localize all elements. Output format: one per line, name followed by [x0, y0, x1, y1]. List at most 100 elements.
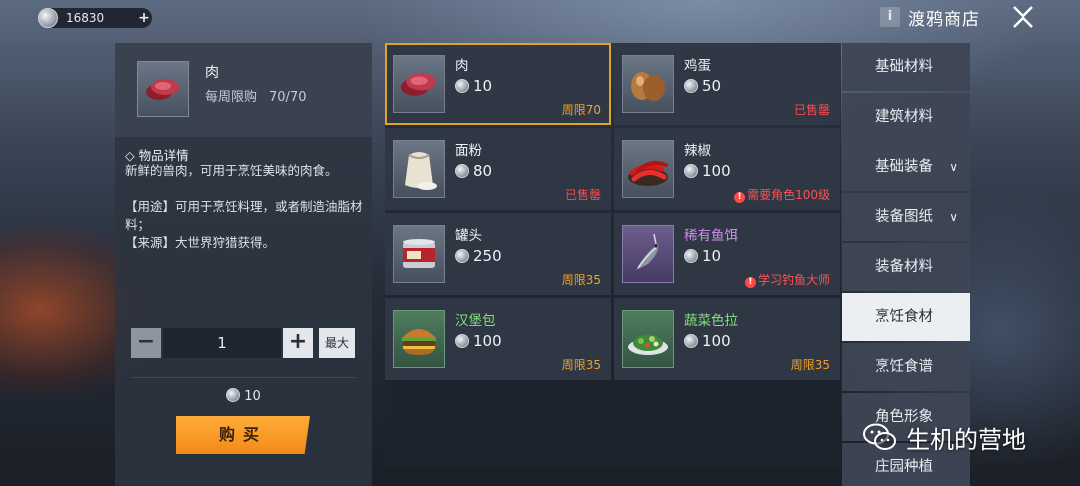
- item-card-flour[interactable]: 面粉 80 已售罄: [385, 128, 611, 210]
- item-name: 汉堡包: [455, 313, 496, 329]
- item-grid: 肉 10 周限70 鸡蛋 50 已售罄 面粉 80 已售罄 辣椒 100 ! 需要…: [385, 43, 841, 468]
- category-basic-materials[interactable]: 基础材料: [842, 43, 970, 91]
- category-label: 基础装备: [875, 159, 933, 175]
- item-status: 已售罄: [793, 103, 830, 117]
- category-equipment-blueprints[interactable]: 装备图纸 ∨: [842, 193, 970, 241]
- coin-icon: [455, 249, 469, 263]
- item-price: 80: [455, 162, 492, 180]
- item-card-hamburger[interactable]: 汉堡包 100 周限35: [385, 298, 611, 380]
- coin-icon: [684, 249, 698, 263]
- item-price-value: 100: [702, 162, 731, 180]
- chili-icon: [622, 140, 674, 198]
- item-name: 肉: [205, 65, 219, 81]
- item-price: 100: [455, 332, 502, 350]
- quantity-stepper: − 1 + 最大: [131, 328, 356, 358]
- add-currency-button[interactable]: +: [136, 10, 152, 26]
- item-name: 辣椒: [684, 143, 711, 159]
- decrease-button[interactable]: −: [131, 328, 161, 358]
- item-card-chili[interactable]: 辣椒 100 ! 需要角色100级: [614, 128, 840, 210]
- item-status: 周限35: [561, 273, 601, 287]
- item-card-egg[interactable]: 鸡蛋 50 已售罄: [614, 43, 840, 125]
- chevron-down-icon: ∨: [949, 210, 958, 224]
- category-cooking-ingredients[interactable]: 烹饪食材: [842, 293, 970, 341]
- quantity-field[interactable]: 1: [163, 328, 281, 358]
- category-cooking-recipes[interactable]: 烹饪食谱: [842, 343, 970, 391]
- fishing-bait-icon: [622, 225, 674, 283]
- max-button[interactable]: 最大: [319, 328, 355, 358]
- item-status: 周限70: [561, 103, 601, 117]
- total-price-value: 10: [244, 389, 261, 404]
- category-equipment-materials[interactable]: 装备材料: [842, 243, 970, 291]
- flour-sack-icon: [393, 140, 445, 198]
- weekly-limit: 每周限购 70/70: [205, 86, 306, 105]
- usage-text: 【用途】可用于烹饪料理，或者制造油脂材料；: [125, 199, 363, 232]
- category-label: 装备图纸: [875, 209, 933, 225]
- item-price: 250: [455, 247, 502, 265]
- meat-icon: [393, 55, 445, 113]
- shop-title: 渡鸦商店: [908, 9, 980, 30]
- item-price: 10: [684, 247, 721, 265]
- item-detail-header: 肉 每周限购 70/70: [115, 43, 372, 137]
- coin-icon: [455, 164, 469, 178]
- coin-icon: [684, 164, 698, 178]
- hamburger-icon: [393, 310, 445, 368]
- close-icon[interactable]: [1010, 4, 1036, 30]
- item-status: 周限35: [790, 358, 830, 372]
- item-name: 蔬菜色拉: [684, 313, 738, 329]
- item-name: 面粉: [455, 143, 482, 159]
- item-price: 100: [684, 332, 731, 350]
- coin-icon: [38, 8, 58, 28]
- item-name: 稀有鱼饵: [684, 228, 738, 244]
- salad-icon: [622, 310, 674, 368]
- item-requirement: ! 学习钓鱼大师: [744, 271, 830, 288]
- canned-food-icon: [393, 225, 445, 283]
- item-price-value: 80: [473, 162, 493, 180]
- item-price-value: 100: [702, 332, 731, 350]
- weekly-limit-label: 每周限购: [205, 90, 258, 105]
- coin-icon: [455, 334, 469, 348]
- item-requirement: ! 需要角色100级: [734, 186, 830, 203]
- egg-icon: [622, 55, 674, 113]
- currency-amount: 16830: [66, 11, 105, 25]
- wechat-icon: [863, 423, 896, 450]
- item-requirement-text: 需要角色100级: [747, 188, 830, 202]
- item-name: 鸡蛋: [684, 58, 711, 74]
- shop-header: i 渡鸦商店: [880, 4, 980, 30]
- coin-icon: [684, 334, 698, 348]
- item-name: 肉: [455, 58, 469, 74]
- item-requirement-text: 学习钓鱼大师: [757, 273, 830, 287]
- item-card-can[interactable]: 罐头 250 周限35: [385, 213, 611, 295]
- item-detail-panel: 肉 每周限购 70/70 ◇ 物品详情 新鲜的兽肉，可用于烹饪美味的肉食。 【用途…: [115, 43, 372, 486]
- item-description: 新鲜的兽肉，可用于烹饪美味的肉食。 【用途】可用于烹饪料理，或者制造油脂材料； …: [125, 162, 365, 252]
- item-price-value: 250: [473, 247, 502, 265]
- coin-icon: [455, 79, 469, 93]
- description-text: 新鲜的兽肉，可用于烹饪美味的肉食。: [125, 163, 338, 178]
- item-status: 周限35: [561, 358, 601, 372]
- item-price-value: 10: [702, 247, 722, 265]
- warning-icon: !: [734, 192, 746, 203]
- item-status: 已售罄: [564, 188, 601, 202]
- coin-icon: [226, 388, 241, 402]
- item-price-value: 10: [473, 77, 493, 95]
- watermark-text: 生机的营地: [906, 425, 1026, 454]
- info-icon[interactable]: i: [880, 7, 900, 27]
- item-price: 100: [684, 162, 731, 180]
- meat-icon: [137, 61, 189, 117]
- chevron-down-icon: ∨: [949, 160, 958, 174]
- weekly-limit-value: 70/70: [269, 90, 307, 105]
- item-price-value: 50: [702, 77, 722, 95]
- item-name: 罐头: [455, 228, 482, 244]
- category-basic-equipment[interactable]: 基础装备 ∨: [842, 143, 970, 191]
- item-card-meat[interactable]: 肉 10 周限70: [385, 43, 611, 125]
- total-price: 10: [115, 388, 372, 404]
- increase-button[interactable]: +: [283, 328, 313, 358]
- buy-button[interactable]: 购买: [176, 416, 310, 454]
- item-price-value: 100: [473, 332, 502, 350]
- item-price: 10: [455, 77, 492, 95]
- item-card-rare-bait[interactable]: 稀有鱼饵 10 ! 学习钓鱼大师: [614, 213, 840, 295]
- watermark: 生机的营地: [862, 420, 1026, 454]
- item-price: 50: [684, 77, 721, 95]
- category-building-materials[interactable]: 建筑材料: [842, 93, 970, 141]
- item-card-salad[interactable]: 蔬菜色拉 100 周限35: [614, 298, 840, 380]
- source-text: 【来源】大世界狩猎获得。: [125, 235, 276, 250]
